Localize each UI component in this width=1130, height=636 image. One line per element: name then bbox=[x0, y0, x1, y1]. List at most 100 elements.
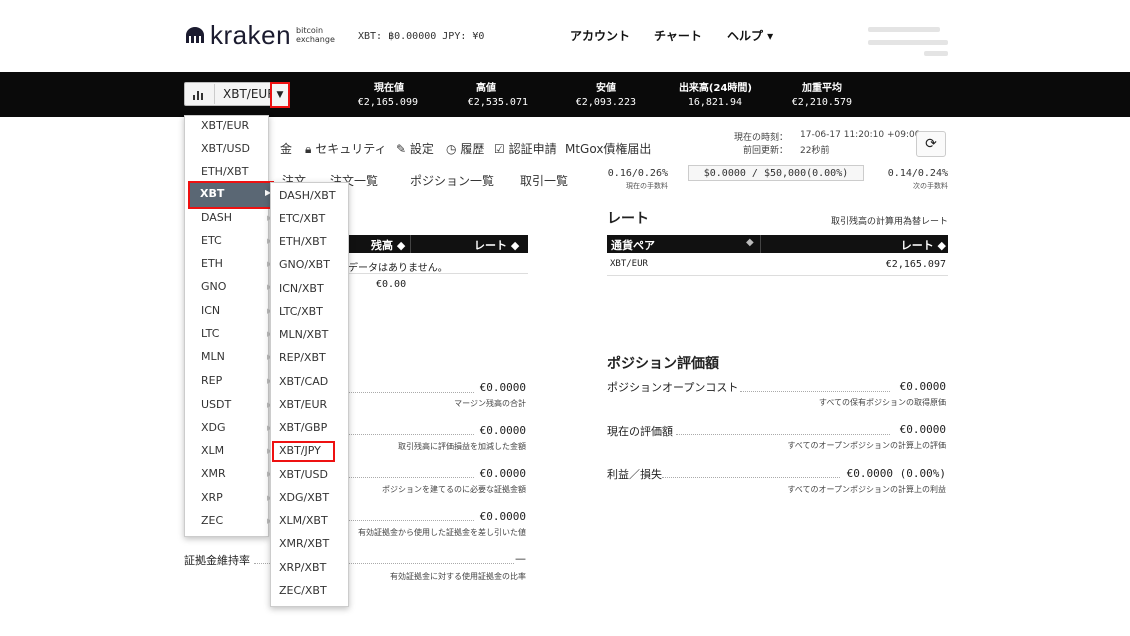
submenu-item[interactable]: ZEC/XBT bbox=[279, 584, 327, 597]
pair-menu-item[interactable]: ETH/XBT bbox=[201, 165, 248, 178]
stat-last-label: 現在値 bbox=[374, 83, 404, 94]
submenu-item[interactable]: ETH/XBT bbox=[279, 235, 326, 248]
submenu-item[interactable]: REP/XBT bbox=[279, 351, 326, 364]
current-fee-label: 現在の手数料 bbox=[626, 182, 668, 190]
pair-menu-item[interactable]: DASH bbox=[201, 211, 232, 224]
submenu-item[interactable]: XDG/XBT bbox=[279, 491, 329, 504]
col-rate-header[interactable]: レート ◆ bbox=[870, 237, 946, 253]
pair-menu-item[interactable]: XBT/EUR bbox=[201, 119, 249, 132]
stat-high-value: €2,535.071 bbox=[467, 97, 528, 108]
used-margin-value: €0.0000 bbox=[479, 467, 526, 480]
pair-menu-item[interactable]: ZEC bbox=[201, 514, 223, 527]
submenu-item[interactable]: LTC/XBT bbox=[279, 305, 323, 318]
col-pair-header[interactable]: 通貨ペア bbox=[611, 237, 655, 253]
current-time-value: 17-06-17 11:20:10 +09:00 bbox=[800, 130, 921, 140]
submenu-item[interactable]: XBT/EUR bbox=[279, 398, 327, 411]
pair-menu-item[interactable]: ETC bbox=[201, 234, 222, 247]
subnav-funding[interactable]: 金 bbox=[280, 140, 292, 157]
rate-row-pair: XBT/EUR bbox=[610, 259, 648, 269]
current-fee: 0.16/0.26% bbox=[607, 168, 668, 179]
pnl-value: €0.0000 (0.00%) bbox=[846, 467, 946, 480]
open-cost-label: ポジションオープンコスト bbox=[607, 381, 739, 394]
clock-icon: ◷ bbox=[446, 142, 457, 156]
dotted-leader bbox=[676, 434, 890, 435]
subnav-settings[interactable]: ✎ 設定 bbox=[396, 140, 434, 157]
pnl-note: すべてのオープンポジションの計算上の利益 bbox=[787, 485, 946, 494]
submenu-item[interactable]: XMR/XBT bbox=[279, 537, 329, 550]
stat-volume-label: 出来高(24時間) bbox=[678, 83, 752, 94]
submenu-item[interactable]: GNO/XBT bbox=[279, 258, 330, 271]
margin-total-value: €0.0000 bbox=[479, 381, 526, 394]
submenu-item[interactable]: DASH/XBT bbox=[279, 189, 336, 202]
pnl-label: 利益／損失 bbox=[607, 468, 662, 481]
stat-high-label: 高値 bbox=[476, 83, 496, 94]
pair-menu-item[interactable]: REP bbox=[201, 374, 222, 387]
subnav-history[interactable]: ◷ 履歴 bbox=[446, 140, 484, 157]
xbt-submenu: DASH/XBT ETC/XBT ETH/XBT GNO/XBT ICN/XBT… bbox=[270, 182, 349, 607]
pair-dropdown-button[interactable]: ▼ bbox=[270, 82, 290, 108]
kraken-logo[interactable]: kraken bitcoin exchange bbox=[184, 22, 335, 48]
dotted-leader bbox=[662, 477, 840, 478]
submenu-item[interactable]: XRP/XBT bbox=[279, 561, 326, 574]
stat-vwap-value: €2,210.579 bbox=[791, 97, 852, 108]
balance-total: €0.00 bbox=[376, 279, 407, 290]
stat-vwap-label: 加重平均 bbox=[802, 83, 842, 94]
stat-low-label: 安値 bbox=[596, 83, 616, 94]
tab-positions[interactable]: ポジション一覧 bbox=[410, 172, 494, 189]
free-margin-note: 有効証拠金から使用した証拠金を差し引いた値 bbox=[358, 528, 526, 537]
ticker-bar bbox=[0, 72, 1130, 117]
submenu-item[interactable]: ICN/XBT bbox=[279, 282, 324, 295]
pair-menu-item[interactable]: MLN bbox=[201, 350, 225, 363]
sort-icon[interactable]: ◆ bbox=[746, 237, 754, 248]
current-value-value: €0.0000 bbox=[899, 423, 946, 436]
pair-menu-item[interactable]: XMR bbox=[201, 467, 226, 480]
submenu-item[interactable]: MLN/XBT bbox=[279, 328, 328, 341]
tab-trades[interactable]: 取引一覧 bbox=[520, 172, 568, 189]
nav-help[interactable]: ヘルプ ▾ bbox=[727, 27, 773, 44]
wrench-icon: ✎ bbox=[396, 142, 407, 156]
submenu-item[interactable]: ETC/XBT bbox=[279, 212, 325, 225]
pair-menu-item[interactable]: ETH bbox=[201, 257, 223, 270]
submenu-item[interactable]: XBT/GBP bbox=[279, 421, 327, 434]
open-cost-value: €0.0000 bbox=[899, 380, 946, 393]
checkbox-icon: ☑ bbox=[494, 142, 505, 156]
pair-menu-item[interactable]: ICN bbox=[201, 304, 220, 317]
col-balance-header[interactable]: 残高 ◆ bbox=[371, 237, 405, 253]
col-rate-header[interactable]: レート ◆ bbox=[474, 237, 519, 253]
next-fee-label: 次の手数料 bbox=[913, 182, 948, 190]
free-margin-value: €0.0000 bbox=[479, 510, 526, 523]
pair-selector-divider bbox=[214, 84, 215, 104]
pair-menu-item[interactable]: XDG bbox=[201, 421, 226, 434]
logo-tagline: bitcoin exchange bbox=[296, 26, 335, 44]
refresh-button[interactable]: ⟳ bbox=[916, 131, 946, 157]
pair-selector-label: XBT/EUR bbox=[223, 87, 276, 101]
next-fee: 0.14/0.24% bbox=[887, 168, 948, 179]
position-title: ポジション評価額 bbox=[607, 356, 719, 372]
submenu-item[interactable]: XBT/CAD bbox=[279, 375, 328, 388]
last-update-value: 22秒前 bbox=[800, 146, 830, 156]
row-divider bbox=[348, 273, 528, 274]
nav-account[interactable]: アカウント bbox=[570, 27, 630, 44]
submenu-item[interactable]: XBT/USD bbox=[279, 468, 328, 481]
lock-icon: 🔒︎ bbox=[305, 142, 312, 156]
pair-menu-item[interactable]: GNO bbox=[201, 280, 226, 293]
account-balance: XBT: ฿0.00000 JPY: ¥0 bbox=[358, 31, 485, 42]
caret-down-icon: ▼ bbox=[276, 90, 284, 100]
margin-level-value: — bbox=[515, 552, 526, 565]
pair-menu-item[interactable]: XRP bbox=[201, 491, 223, 504]
pair-menu-item[interactable]: USDT bbox=[201, 398, 231, 411]
subnav-verification[interactable]: ☑ 認証申請 bbox=[494, 140, 557, 157]
used-margin-note: ポジションを建てるのに必要な証拠金額 bbox=[382, 485, 526, 494]
user-menu-blurred[interactable] bbox=[868, 27, 948, 57]
subnav-mtgox-claims[interactable]: MtGox債権届出 bbox=[565, 140, 651, 157]
bar-chart-icon bbox=[193, 91, 203, 100]
submenu-item[interactable]: XLM/XBT bbox=[279, 514, 328, 527]
rate-row-value: €2,165.097 bbox=[885, 259, 946, 270]
nav-chart[interactable]: チャート bbox=[654, 27, 702, 44]
pair-menu-item[interactable]: LTC bbox=[201, 327, 219, 340]
stat-low-value: €2,093.223 bbox=[575, 97, 636, 108]
subnav-security[interactable]: 🔒︎ セキュリティ bbox=[305, 140, 387, 157]
pair-menu-item[interactable]: XLM bbox=[201, 444, 224, 457]
rates-title: レート bbox=[607, 211, 649, 227]
pair-menu-item[interactable]: XBT/USD bbox=[201, 142, 250, 155]
